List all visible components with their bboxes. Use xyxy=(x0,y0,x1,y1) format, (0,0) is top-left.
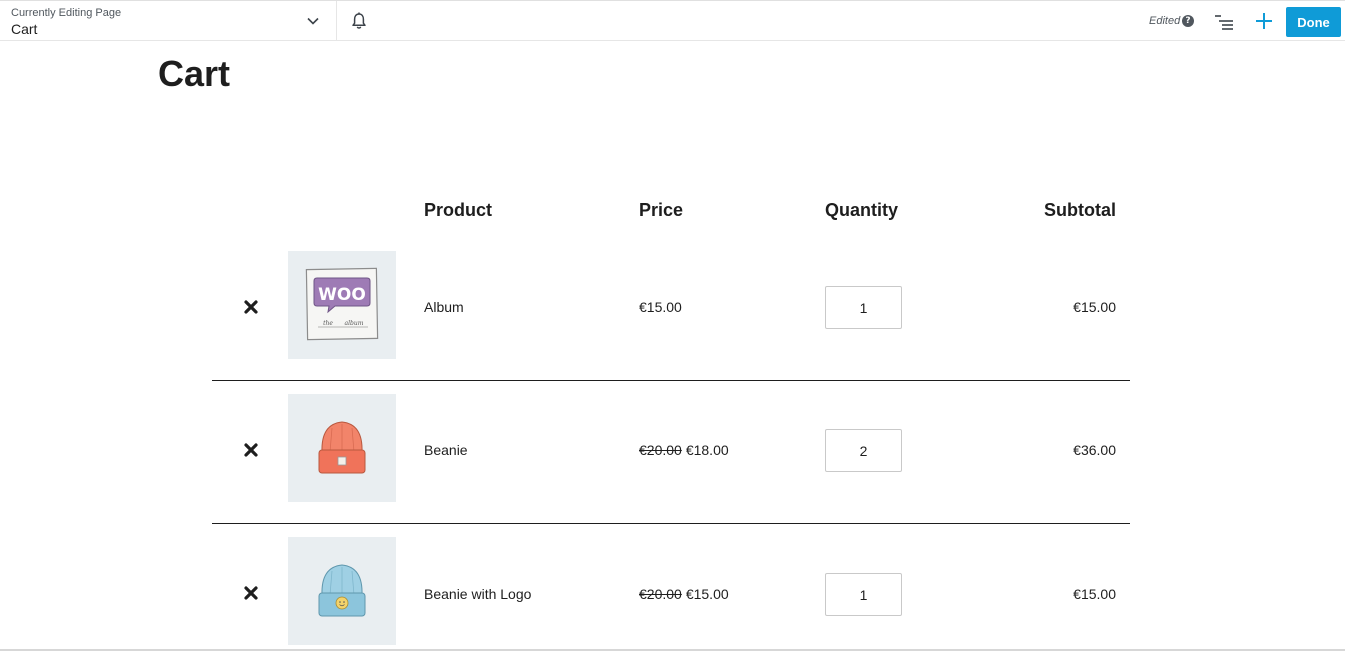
sale-price: €15.00 xyxy=(685,586,729,602)
product-price: €20.00 €15.00 xyxy=(639,586,729,602)
product-subtotal: €36.00 xyxy=(1073,442,1116,458)
product-name[interactable]: Beanie xyxy=(424,442,468,458)
cart-row: WOO the album Album €15.00 €15.00 xyxy=(212,237,1130,381)
bell-icon[interactable] xyxy=(349,11,369,31)
cart-row: Beanie €20.00€18.00 €36.00 xyxy=(212,380,1130,524)
edited-status: Edited xyxy=(1149,15,1181,27)
quantity-input[interactable] xyxy=(825,286,902,329)
done-button[interactable]: Done xyxy=(1286,7,1341,37)
cart-row: Beanie with Logo €20.00€15.00 €15.00 xyxy=(212,523,1130,666)
product-thumbnail[interactable] xyxy=(288,394,396,502)
header-quantity: Quantity xyxy=(825,200,899,220)
product-price: €15.00 xyxy=(639,299,682,315)
product-subtotal: €15.00 xyxy=(1073,299,1116,315)
orange-beanie-image xyxy=(318,421,366,474)
woo-album-image: WOO the album xyxy=(305,267,379,341)
product-name[interactable]: Album xyxy=(424,299,464,315)
outline-icon[interactable] xyxy=(1214,13,1234,31)
album-caption-2: album xyxy=(345,320,364,327)
blue-beanie-logo-image xyxy=(318,564,366,617)
quantity-input[interactable] xyxy=(825,429,902,472)
remove-item-icon[interactable] xyxy=(242,584,260,602)
product-thumbnail[interactable]: WOO the album xyxy=(288,251,396,359)
remove-item-icon[interactable] xyxy=(242,298,260,316)
original-price: €20.00 xyxy=(639,442,682,458)
product-name[interactable]: Beanie with Logo xyxy=(424,586,531,602)
editor-toolbar: Currently Editing Page Cart Edited ? Don… xyxy=(0,0,1345,41)
currently-editing-label: Currently Editing Page xyxy=(11,7,122,19)
product-subtotal: €15.00 xyxy=(1073,586,1116,602)
original-price: €20.00 xyxy=(639,586,682,602)
page-title: Cart xyxy=(158,53,231,94)
product-thumbnail[interactable] xyxy=(288,537,396,645)
header-subtotal: Subtotal xyxy=(1044,200,1116,220)
page-switcher[interactable]: Currently Editing Page Cart xyxy=(0,1,337,41)
current-price: €15.00 xyxy=(639,299,682,315)
remove-item-icon[interactable] xyxy=(242,441,260,459)
current-page-name: Cart xyxy=(11,21,38,37)
quantity-input[interactable] xyxy=(825,573,902,616)
plus-icon[interactable] xyxy=(1254,11,1274,31)
header-price: Price xyxy=(639,200,684,220)
header-product: Product xyxy=(424,200,493,220)
help-icon[interactable]: ? xyxy=(1182,15,1194,27)
album-logo-text: WOO xyxy=(318,285,366,305)
sale-price: €18.00 xyxy=(685,442,729,458)
album-caption-1: the xyxy=(323,320,333,327)
chevron-down-icon[interactable] xyxy=(305,13,321,29)
product-price: €20.00 €18.00 xyxy=(639,442,729,458)
